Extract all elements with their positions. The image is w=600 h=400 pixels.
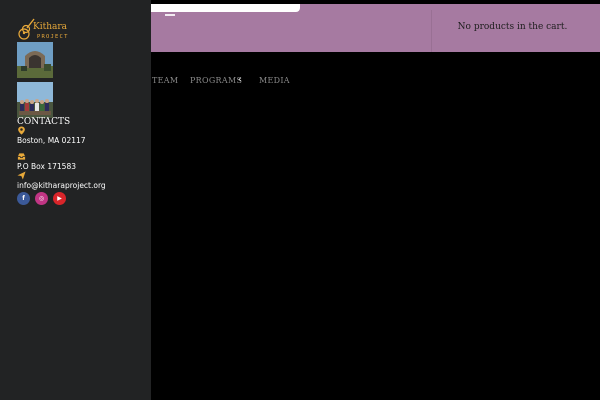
chevron-left-icon[interactable]: ‹ <box>238 75 242 85</box>
contact-po-box: P.O Box 171583 <box>17 162 76 171</box>
instagram-icon[interactable]: ◎ <box>35 192 48 205</box>
send-icon <box>17 171 26 180</box>
kithara-logo[interactable]: Kithara PROJECT <box>17 18 79 40</box>
contact-address: Boston, MA 02117 <box>17 136 86 145</box>
header-divider <box>431 10 432 52</box>
nav-item-media[interactable]: MEDIA <box>259 76 290 85</box>
map-pin-icon <box>18 126 25 135</box>
svg-text:PROJECT: PROJECT <box>37 34 69 40</box>
guitar-icon: Kithara PROJECT <box>18 18 69 40</box>
photo-thumbnail[interactable] <box>17 42 53 78</box>
facebook-icon[interactable]: f <box>17 192 30 205</box>
youtube-icon[interactable]: ▶ <box>53 192 66 205</box>
search-bar[interactable] <box>150 4 300 12</box>
mini-cart-message: No products in the cart. <box>457 22 568 32</box>
inbox-icon <box>17 153 26 160</box>
menu-icon[interactable] <box>165 14 175 16</box>
photo-thumbnail[interactable] <box>17 82 53 118</box>
contact-email[interactable]: info@kitharaproject.org <box>17 181 106 190</box>
nav-item-team[interactable]: TEAM <box>152 76 178 85</box>
svg-text:Kithara: Kithara <box>33 22 68 32</box>
nav-item-programs[interactable]: PROGRAMS <box>190 76 242 85</box>
sidebar-panel: Kithara PROJECT CONTACTS Boston, MA 0211… <box>0 0 151 400</box>
